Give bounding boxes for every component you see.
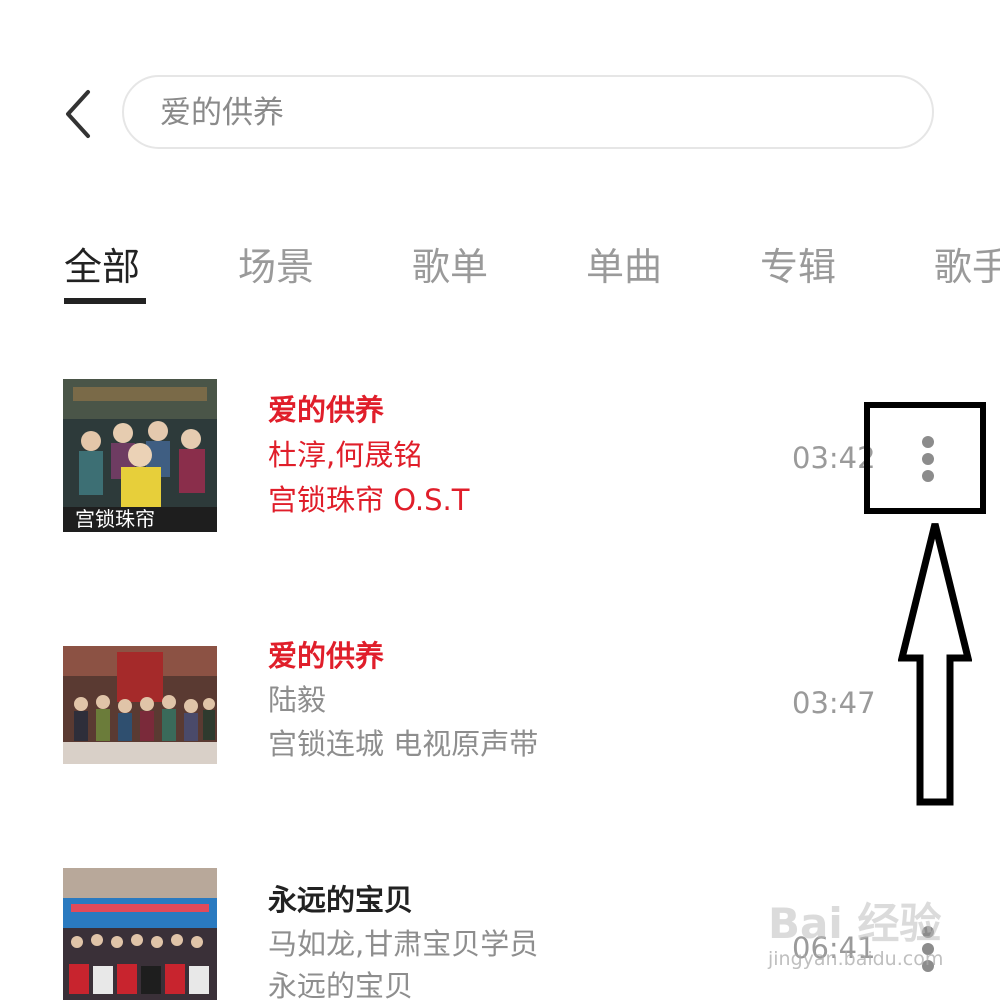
watermark-brand: Bai 经验	[768, 899, 942, 948]
up-arrow-icon	[898, 523, 972, 806]
song-album-3: 永远的宝贝	[268, 969, 414, 1003]
song-artist-1: 杜淳,何晟铭	[268, 438, 423, 472]
album-cover-3	[63, 868, 217, 1000]
watermark: Bai 经验 jingyan.baidu.com	[762, 890, 998, 980]
song-title-1: 爱的供养	[268, 393, 385, 427]
search-input[interactable]: 爱的供养	[122, 75, 934, 149]
song-duration-2: 03:47	[792, 686, 876, 720]
song-artist-2: 陆毅	[268, 683, 327, 717]
song-title-2: 爱的供养	[268, 639, 385, 673]
tab-playlist[interactable]: 歌单	[412, 240, 488, 294]
tab-artist[interactable]: 歌手	[934, 240, 1000, 294]
annotation-highlight-box	[864, 402, 986, 514]
song-title-3: 永远的宝贝	[268, 883, 414, 917]
tab-scene[interactable]: 场景	[238, 240, 314, 294]
tab-album[interactable]: 专辑	[760, 240, 836, 294]
album-cover-1: 宫锁珠帘	[63, 379, 217, 532]
active-tab-indicator	[64, 298, 146, 304]
tab-all[interactable]: 全部	[64, 240, 140, 294]
song-album-1: 宫锁珠帘 O.S.T	[268, 483, 470, 517]
watermark-url: jingyan.baidu.com	[768, 948, 944, 970]
song-artist-3: 马如龙,甘肃宝贝学员	[268, 927, 539, 961]
chevron-left-icon[interactable]	[60, 88, 100, 140]
song-album-2: 宫锁连城 电视原声带	[268, 727, 539, 761]
album-cover-2	[63, 646, 217, 764]
cover-art-text: 宫锁珠帘	[75, 507, 155, 531]
tab-single[interactable]: 单曲	[586, 240, 662, 294]
search-query-text: 爱的供养	[160, 95, 284, 131]
